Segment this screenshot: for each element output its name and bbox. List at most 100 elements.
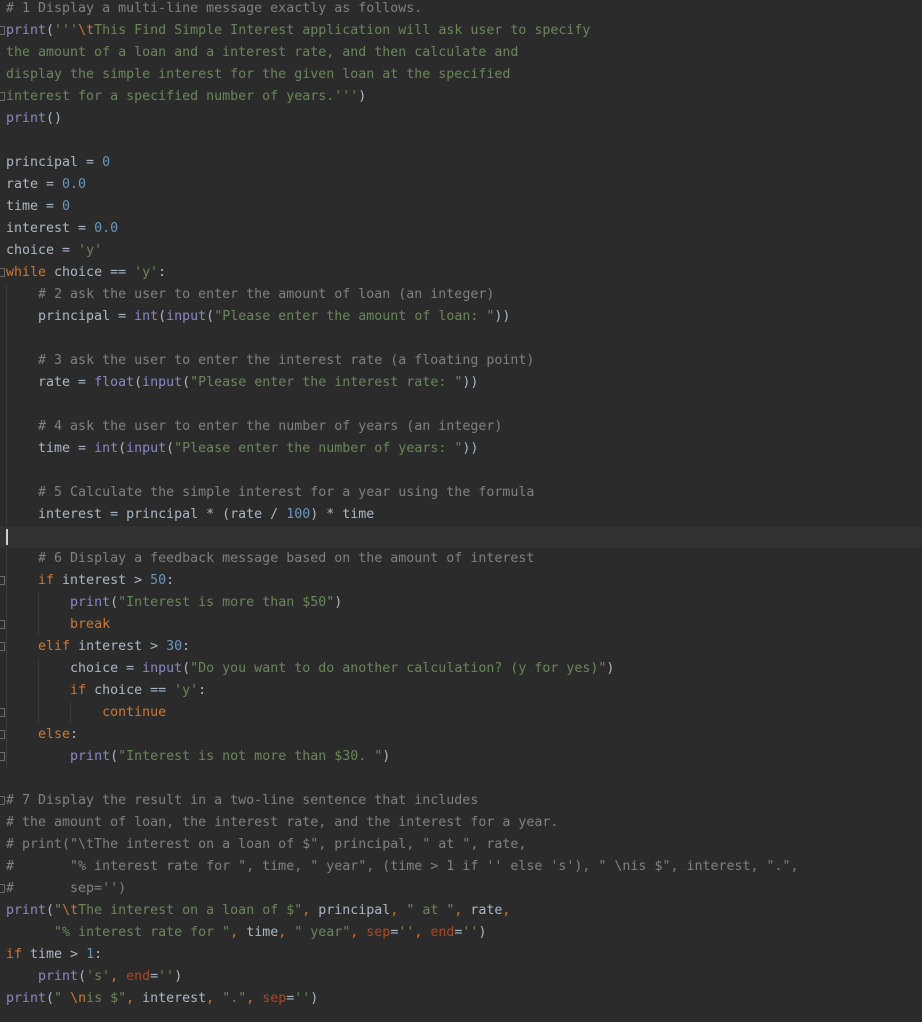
code-token: , <box>110 969 127 984</box>
code-line[interactable]: print() <box>0 108 922 130</box>
code-line[interactable] <box>0 768 922 790</box>
code-line[interactable]: # the amount of loan, the interest rate,… <box>0 812 922 834</box>
code-token: print <box>38 969 79 984</box>
code-line[interactable]: rate = float(input("Please enter the int… <box>0 372 922 394</box>
code-token: = <box>150 969 159 984</box>
code-token: 100 <box>286 507 311 522</box>
code-line[interactable]: print(" \nis $", interest, ".", sep='') <box>0 988 922 1010</box>
code-token: ( <box>118 441 127 456</box>
code-line[interactable]: "% interest rate for ", time, " year", s… <box>0 922 922 944</box>
code-line[interactable]: # 6 Display a feedback message based on … <box>0 548 922 570</box>
code-token: end <box>430 925 455 940</box>
fold-marker-icon[interactable] <box>0 268 5 277</box>
code-token: 0.0 <box>94 221 119 236</box>
code-line[interactable] <box>0 394 922 416</box>
code-line[interactable]: interest = 0.0 <box>0 218 922 240</box>
code-token: interest = <box>6 221 95 236</box>
fold-marker-icon[interactable] <box>0 576 5 585</box>
code-line[interactable]: # 7 Display the result in a two-line sen… <box>0 790 922 812</box>
code-token: 1 <box>86 947 95 962</box>
code-token: time = <box>6 199 63 214</box>
code-line[interactable]: time = 0 <box>0 196 922 218</box>
code-line[interactable]: # 4 ask the user to enter the number of … <box>0 416 922 438</box>
code-line[interactable]: # print("\tThe interest on a loan of $",… <box>0 834 922 856</box>
code-token: : <box>94 947 103 962</box>
code-editor[interactable]: # 1 Display a multi-line message exactly… <box>0 0 922 1022</box>
code-token: , <box>230 925 247 940</box>
code-token: interest for a specified number of years… <box>6 89 359 104</box>
code-line[interactable]: time = int(input("Please enter the numbe… <box>0 438 922 460</box>
code-token: display the simple interest for the give… <box>6 67 511 82</box>
code-line[interactable]: else: <box>0 724 922 746</box>
code-token: ( <box>46 903 55 918</box>
code-token: \t <box>78 23 95 38</box>
fold-marker-icon[interactable] <box>0 796 5 805</box>
code-line[interactable]: print("\tThe interest on a loan of $", p… <box>0 900 922 922</box>
code-line[interactable]: # 2 ask the user to enter the amount of … <box>0 284 922 306</box>
code-line[interactable]: elif interest > 30: <box>0 636 922 658</box>
code-token: # 3 ask the user to enter the interest r… <box>38 353 535 368</box>
code-token: ( <box>206 309 215 324</box>
code-line[interactable]: if interest > 50: <box>0 570 922 592</box>
code-token: 'y' <box>78 243 103 258</box>
fold-marker-icon[interactable] <box>0 884 5 893</box>
code-token: ) <box>478 925 487 940</box>
fold-marker-icon[interactable] <box>0 26 5 35</box>
text-caret <box>6 529 8 545</box>
code-token: input <box>166 309 207 324</box>
code-line[interactable]: print("Interest is more than $50") <box>0 592 922 614</box>
code-token: int <box>134 309 159 324</box>
code-line[interactable]: # sep='') <box>0 878 922 900</box>
code-token: , <box>126 991 143 1006</box>
code-line[interactable]: the amount of a loan and a interest rate… <box>0 42 922 64</box>
code-line[interactable]: continue <box>0 702 922 724</box>
code-line[interactable]: # 3 ask the user to enter the interest r… <box>0 350 922 372</box>
fold-marker-icon[interactable] <box>0 708 5 717</box>
code-line[interactable]: print("Interest is not more than $30. ") <box>0 746 922 768</box>
code-token: ) * time <box>310 507 375 522</box>
fold-marker-icon[interactable] <box>0 730 5 739</box>
code-token: , <box>246 991 263 1006</box>
code-line[interactable]: print('''\tThis Find Simple Interest app… <box>0 20 922 42</box>
fold-marker-icon[interactable] <box>0 620 5 629</box>
code-token: # "% interest rate for ", time, " year",… <box>6 859 799 874</box>
fold-marker-icon[interactable] <box>0 642 5 651</box>
code-token: input <box>126 441 167 456</box>
fold-marker-icon[interactable] <box>0 92 5 101</box>
code-line[interactable]: display the simple interest for the give… <box>0 64 922 86</box>
code-line[interactable]: break <box>0 614 922 636</box>
code-token: if <box>38 573 55 588</box>
code-line[interactable]: # 5 Calculate the simple interest for a … <box>0 482 922 504</box>
code-line[interactable]: # 1 Display a multi-line message exactly… <box>0 0 922 20</box>
code-line[interactable]: principal = 0 <box>0 152 922 174</box>
code-token: : <box>182 639 191 654</box>
code-token: )) <box>494 309 511 324</box>
fold-marker-icon[interactable] <box>0 752 5 761</box>
code-line[interactable]: choice = 'y' <box>0 240 922 262</box>
code-token: ( <box>134 375 143 390</box>
code-line[interactable]: choice = input("Do you want to do anothe… <box>0 658 922 680</box>
code-token: print <box>6 23 47 38</box>
code-line[interactable] <box>0 460 922 482</box>
code-line[interactable]: principal = int(input("Please enter the … <box>0 306 922 328</box>
code-line[interactable]: # "% interest rate for ", time, " year",… <box>0 856 922 878</box>
code-token: interest > <box>70 639 167 654</box>
code-token: input <box>142 375 183 390</box>
code-token: principal = <box>6 309 135 324</box>
code-line[interactable]: rate = 0.0 <box>0 174 922 196</box>
code-line[interactable]: while choice == 'y': <box>0 262 922 284</box>
code-line[interactable] <box>0 328 922 350</box>
code-line[interactable]: if choice == 'y': <box>0 680 922 702</box>
code-token: rate <box>470 903 503 918</box>
code-line[interactable]: print('s', end='') <box>0 966 922 988</box>
code-line[interactable] <box>0 526 922 548</box>
code-token: print <box>70 595 111 610</box>
code-token: # the amount of loan, the interest rate,… <box>6 815 559 830</box>
code-line[interactable] <box>0 130 922 152</box>
code-line[interactable]: interest for a specified number of years… <box>0 86 922 108</box>
code-line[interactable]: interest = principal * (rate / 100) * ti… <box>0 504 922 526</box>
code-line[interactable]: if time > 1: <box>0 944 922 966</box>
